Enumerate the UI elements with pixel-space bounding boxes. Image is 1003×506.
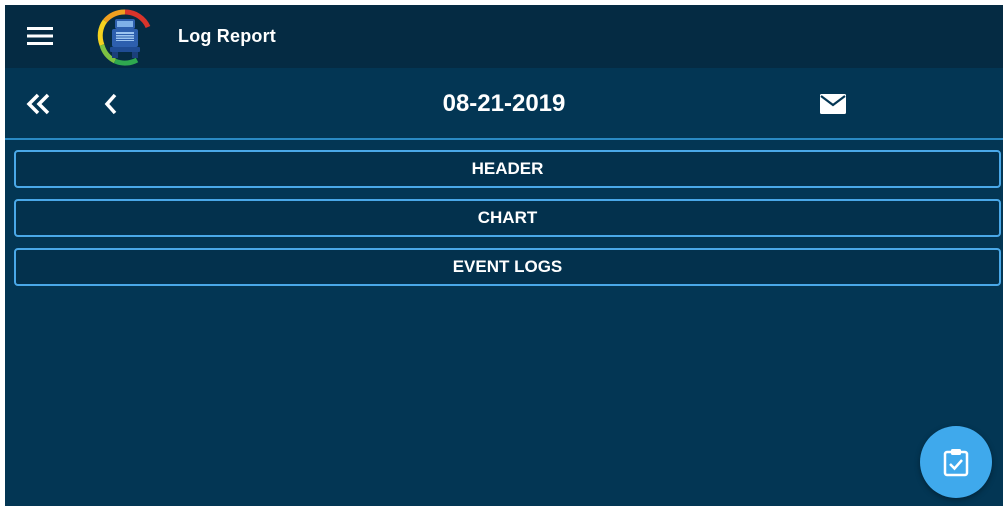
report-section-list: HEADER CHART EVENT LOGS [14, 150, 1001, 297]
hamburger-icon [27, 27, 53, 45]
previous-day-button[interactable] [99, 88, 123, 120]
app-logo [97, 7, 153, 67]
menu-button[interactable] [23, 19, 57, 53]
certify-log-fab[interactable] [920, 426, 992, 498]
clipboard-check-icon [943, 449, 969, 477]
first-day-button[interactable] [23, 88, 55, 120]
app-window: Log Report 08-21-2019 HEADER CHART EVENT… [5, 5, 1003, 506]
chevron-left-icon [104, 93, 117, 115]
double-chevron-left-icon [26, 93, 50, 115]
current-date: 08-21-2019 [442, 90, 566, 117]
email-button[interactable] [813, 88, 853, 120]
app-title: Log Report [178, 26, 276, 46]
header-section-button[interactable]: HEADER [14, 150, 1001, 188]
event-logs-section-button[interactable]: EVENT LOGS [14, 248, 1001, 286]
date-navigation-bar: 08-21-2019 [5, 68, 1003, 140]
top-app-bar: Log Report [5, 5, 1003, 68]
chart-section-button[interactable]: CHART [14, 199, 1001, 237]
envelope-icon [820, 94, 846, 114]
